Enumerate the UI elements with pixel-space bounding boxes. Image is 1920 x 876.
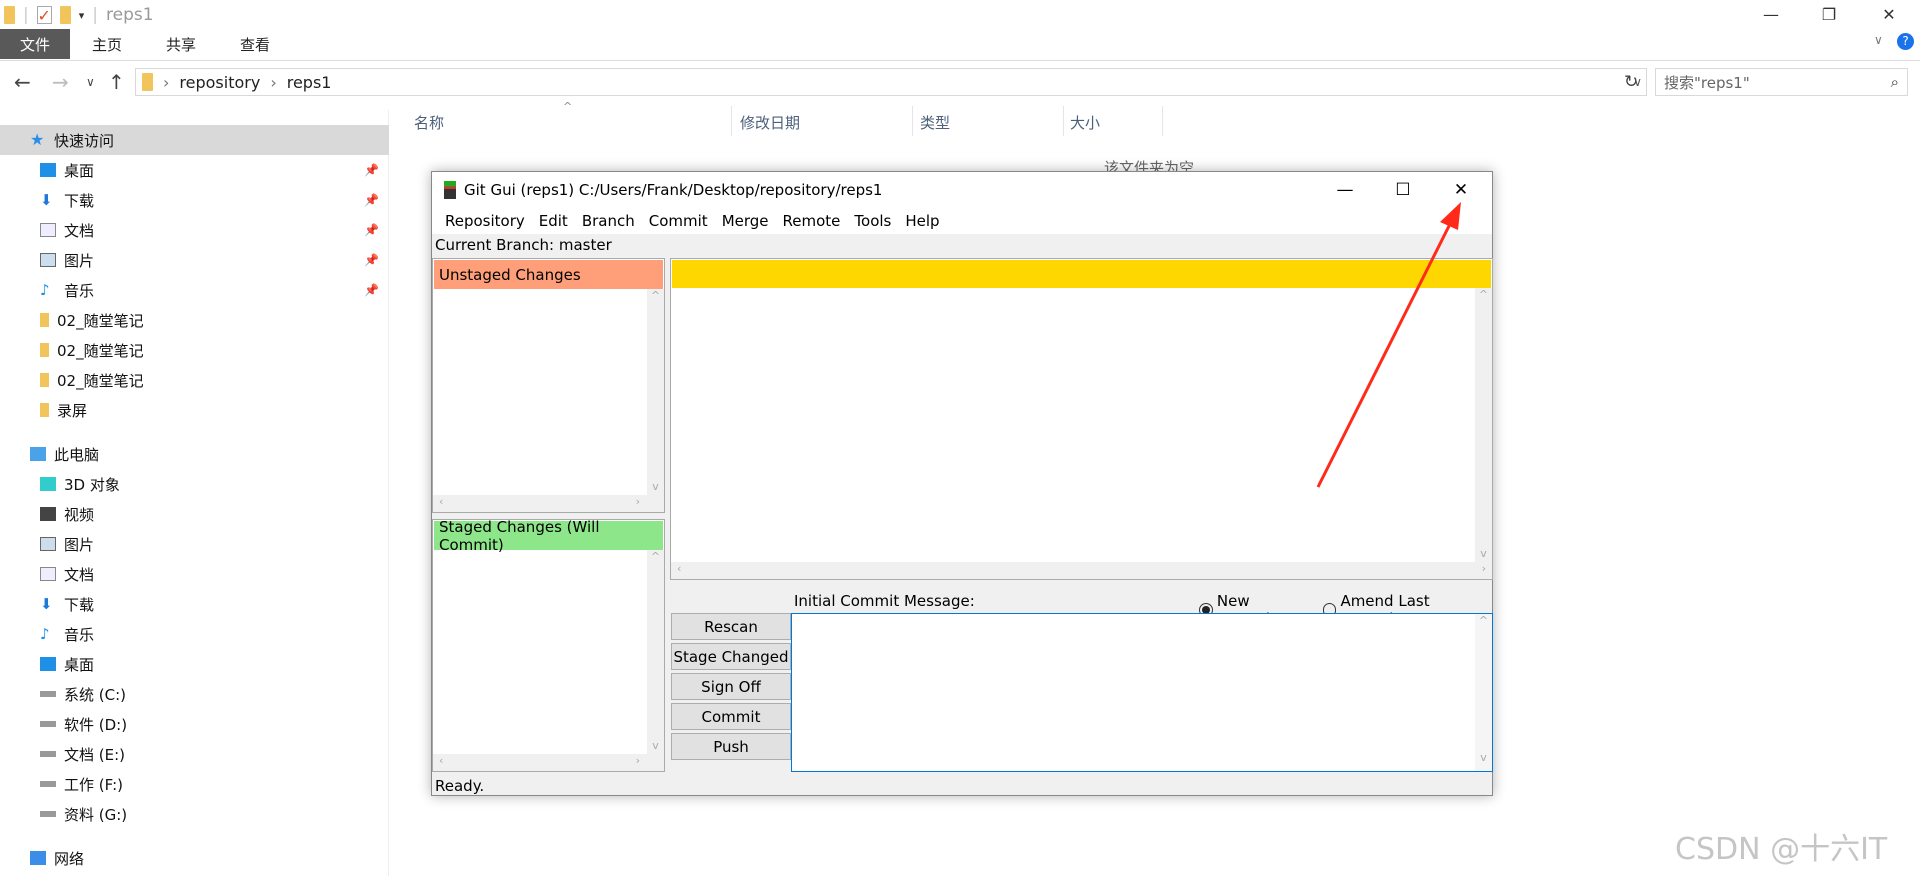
annotation-arrow [1316,202,1461,488]
arrow-head [1440,202,1461,230]
watermark: CSDN @十六IT [1675,832,1888,867]
arrow-shaft [1316,219,1454,488]
